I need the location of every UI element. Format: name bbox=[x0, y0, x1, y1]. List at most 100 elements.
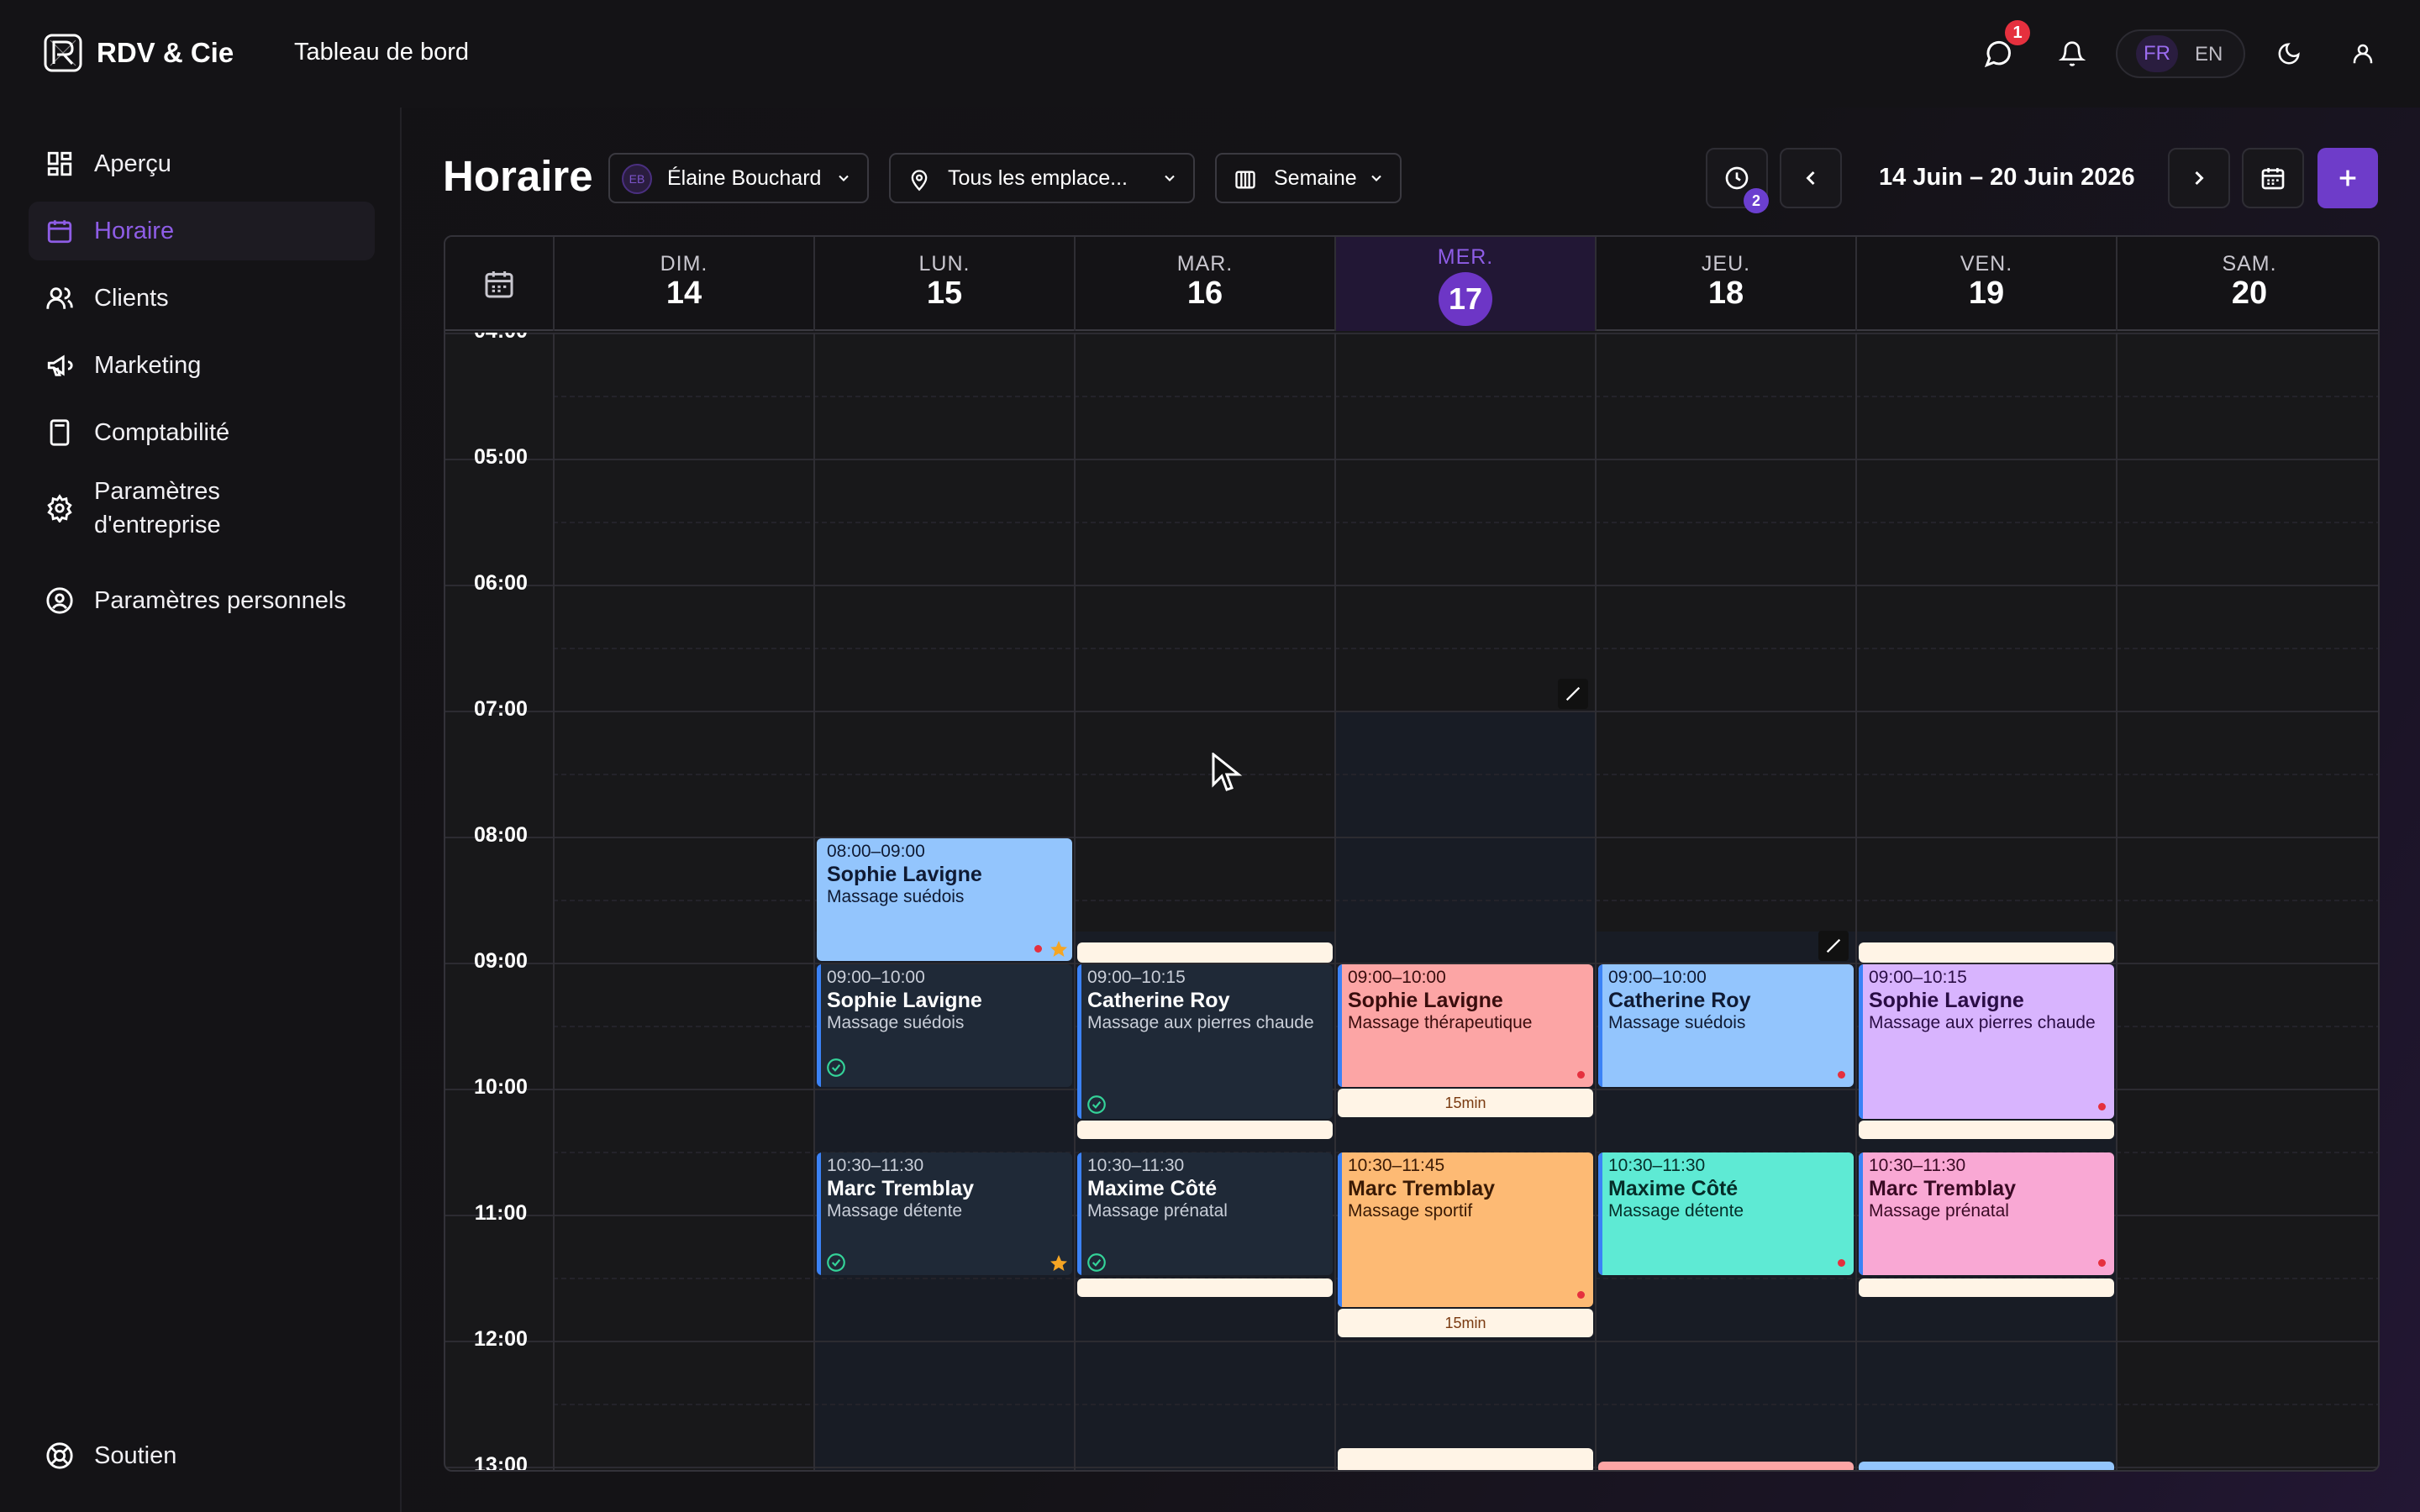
brand-logo-icon[interactable] bbox=[44, 34, 82, 72]
check-circle-icon bbox=[827, 1058, 845, 1077]
chat-icon bbox=[1984, 40, 2012, 68]
appointment-card[interactable]: 09:00–10:00 Sophie Lavigne Massage théra… bbox=[1338, 964, 1593, 1087]
appointment-accent bbox=[1077, 1152, 1081, 1275]
time-label: 08:00 bbox=[474, 823, 528, 847]
staff-select[interactable]: EB Élaine Bouchard bbox=[608, 153, 869, 203]
notifications-button[interactable] bbox=[2054, 35, 2091, 72]
sidebar-item-apercu[interactable]: Aperçu bbox=[29, 134, 375, 193]
hour-line bbox=[445, 333, 2378, 334]
pencil-icon bbox=[1565, 686, 1581, 701]
appointment-time: 10:30–11:45 bbox=[1348, 1156, 1445, 1175]
day-header[interactable]: DIM. 14 bbox=[553, 237, 813, 331]
half-hour-line bbox=[553, 396, 2378, 397]
appointment-accent bbox=[1598, 1152, 1602, 1275]
appointment-card-partial[interactable] bbox=[1598, 1462, 1854, 1470]
appointment-time: 09:00–10:00 bbox=[1348, 968, 1446, 987]
star-icon bbox=[1050, 1255, 1067, 1271]
sidebar-item-label: Clients bbox=[94, 285, 169, 312]
buffer-block: 15min bbox=[1338, 1089, 1593, 1117]
add-appointment-button[interactable] bbox=[2317, 148, 2378, 208]
buffer-block bbox=[1859, 942, 2114, 963]
appointment-accent bbox=[1859, 1152, 1863, 1275]
sidebar-item-comptabilite[interactable]: Comptabilité bbox=[29, 403, 375, 462]
calendar-icon[interactable] bbox=[482, 267, 516, 301]
bell-icon bbox=[2059, 41, 2086, 66]
lifebuoy-icon bbox=[46, 1442, 73, 1469]
appointment-client: Marc Tremblay bbox=[1869, 1177, 2017, 1200]
appointment-card[interactable]: 10:30–11:30 Marc Tremblay Massage détent… bbox=[817, 1152, 1072, 1275]
appointment-service: Massage sportif bbox=[1348, 1201, 1473, 1221]
buffer-block bbox=[1077, 942, 1333, 963]
time-label: 13:00 bbox=[474, 1453, 528, 1472]
theme-toggle[interactable] bbox=[2270, 35, 2307, 72]
time-label: 12:00 bbox=[474, 1327, 528, 1351]
time-grid[interactable]: 04:00 05:00 06:00 07:00 08:00 09:00 10:0… bbox=[445, 333, 2378, 1472]
sidebar-item-soutien[interactable]: Soutien bbox=[29, 1426, 375, 1485]
day-number: 14 bbox=[666, 276, 702, 311]
sidebar-item-clients[interactable]: Clients bbox=[29, 269, 375, 328]
hour-line bbox=[445, 711, 2378, 712]
date-picker-button[interactable] bbox=[2242, 148, 2304, 208]
day-column-line bbox=[1855, 333, 1857, 1470]
day-name: MAR. bbox=[1176, 252, 1234, 276]
appointment-time: 09:00–10:15 bbox=[1869, 968, 1967, 987]
profile-button[interactable] bbox=[2344, 35, 2381, 72]
appointment-card[interactable]: 08:00–09:00 Sophie Lavigne Massage suédo… bbox=[817, 838, 1072, 961]
appointment-client: Maxime Côté bbox=[1608, 1177, 1739, 1200]
brand-name[interactable]: RDV & Cie bbox=[97, 37, 234, 69]
pencil-icon bbox=[1826, 938, 1841, 953]
edit-availability-button[interactable] bbox=[1818, 931, 1849, 961]
edit-availability-button[interactable] bbox=[1558, 679, 1588, 709]
next-week-button[interactable] bbox=[2168, 148, 2230, 208]
appointment-card-partial[interactable] bbox=[1859, 1462, 2114, 1470]
notification-badge: 1 bbox=[2005, 20, 2030, 45]
appointment-client: Catherine Roy bbox=[1087, 989, 1230, 1012]
day-number: 16 bbox=[1186, 276, 1223, 311]
day-header[interactable]: SAM. 20 bbox=[2116, 237, 2378, 331]
prev-week-button[interactable] bbox=[1780, 148, 1842, 208]
day-header[interactable]: MAR. 16 bbox=[1074, 237, 1334, 331]
appointment-service: Massage prénatal bbox=[1869, 1201, 2009, 1221]
lang-fr-button[interactable]: FR bbox=[2136, 35, 2178, 72]
view-select[interactable]: Semaine bbox=[1215, 153, 1402, 203]
appointment-card[interactable]: 09:00–10:15 Catherine Roy Massage aux pi… bbox=[1077, 964, 1333, 1119]
buffer-block bbox=[1338, 1448, 1593, 1470]
location-select[interactable]: Tous les emplace... bbox=[889, 153, 1195, 203]
day-header[interactable]: JEU. 18 bbox=[1595, 237, 1855, 331]
chevron-left-icon bbox=[1806, 171, 1815, 186]
lang-en-button[interactable]: EN bbox=[2195, 43, 2223, 66]
appointment-time: 10:30–11:30 bbox=[1608, 1156, 1706, 1175]
sidebar-item-horaire[interactable]: Horaire bbox=[29, 202, 375, 260]
clock-icon bbox=[1725, 166, 1749, 190]
day-number: 18 bbox=[1707, 276, 1744, 311]
hour-line bbox=[445, 837, 2378, 838]
appointment-card[interactable]: 09:00–10:00 Catherine Roy Massage suédoi… bbox=[1598, 964, 1854, 1087]
appointment-card[interactable]: 09:00–10:15 Sophie Lavigne Massage aux p… bbox=[1859, 964, 2114, 1119]
appointment-card[interactable]: 10:30–11:30 Maxime Côté Massage prénatal bbox=[1077, 1152, 1333, 1275]
status-dot bbox=[1838, 1259, 1845, 1267]
appointment-card[interactable]: 10:30–11:30 Marc Tremblay Massage prénat… bbox=[1859, 1152, 2114, 1275]
appointment-client: Marc Tremblay bbox=[1348, 1177, 1496, 1200]
mouse-cursor-icon bbox=[1212, 753, 1243, 791]
hour-line bbox=[445, 1341, 2378, 1342]
page-heading: Tableau de bord bbox=[294, 39, 469, 66]
schedule-title: Horaire bbox=[443, 152, 593, 200]
status-dot bbox=[2098, 1259, 2106, 1267]
day-header[interactable]: VEN. 19 bbox=[1855, 237, 2116, 331]
sidebar-item-parametres-personnels[interactable]: Paramètres personnels bbox=[29, 571, 375, 630]
sidebar-item-parametres-entreprise[interactable]: Paramètres d'entreprise bbox=[29, 470, 375, 546]
view-value: Semaine bbox=[1274, 165, 1357, 190]
day-header-today[interactable]: MER. 17 bbox=[1334, 237, 1595, 331]
time-label: 11:00 bbox=[474, 1201, 528, 1225]
appointment-card[interactable]: 10:30–11:45 Marc Tremblay Massage sporti… bbox=[1338, 1152, 1593, 1307]
appointment-card[interactable]: 09:00–10:00 Sophie Lavigne Massage suédo… bbox=[817, 964, 1072, 1087]
appointment-card[interactable]: 10:30–11:30 Maxime Côté Massage détente bbox=[1598, 1152, 1854, 1275]
history-badge: 2 bbox=[1744, 188, 1769, 213]
status-dot bbox=[1838, 1071, 1845, 1079]
language-switcher: FR EN bbox=[2116, 29, 2245, 78]
day-header[interactable]: LUN. 15 bbox=[813, 237, 1074, 331]
status-dot bbox=[1577, 1071, 1585, 1079]
time-label: 05:00 bbox=[474, 445, 528, 469]
sidebar-item-marketing[interactable]: Marketing bbox=[29, 336, 375, 395]
sidebar: Aperçu Horaire Clients Marketing Comptab… bbox=[0, 108, 402, 1512]
